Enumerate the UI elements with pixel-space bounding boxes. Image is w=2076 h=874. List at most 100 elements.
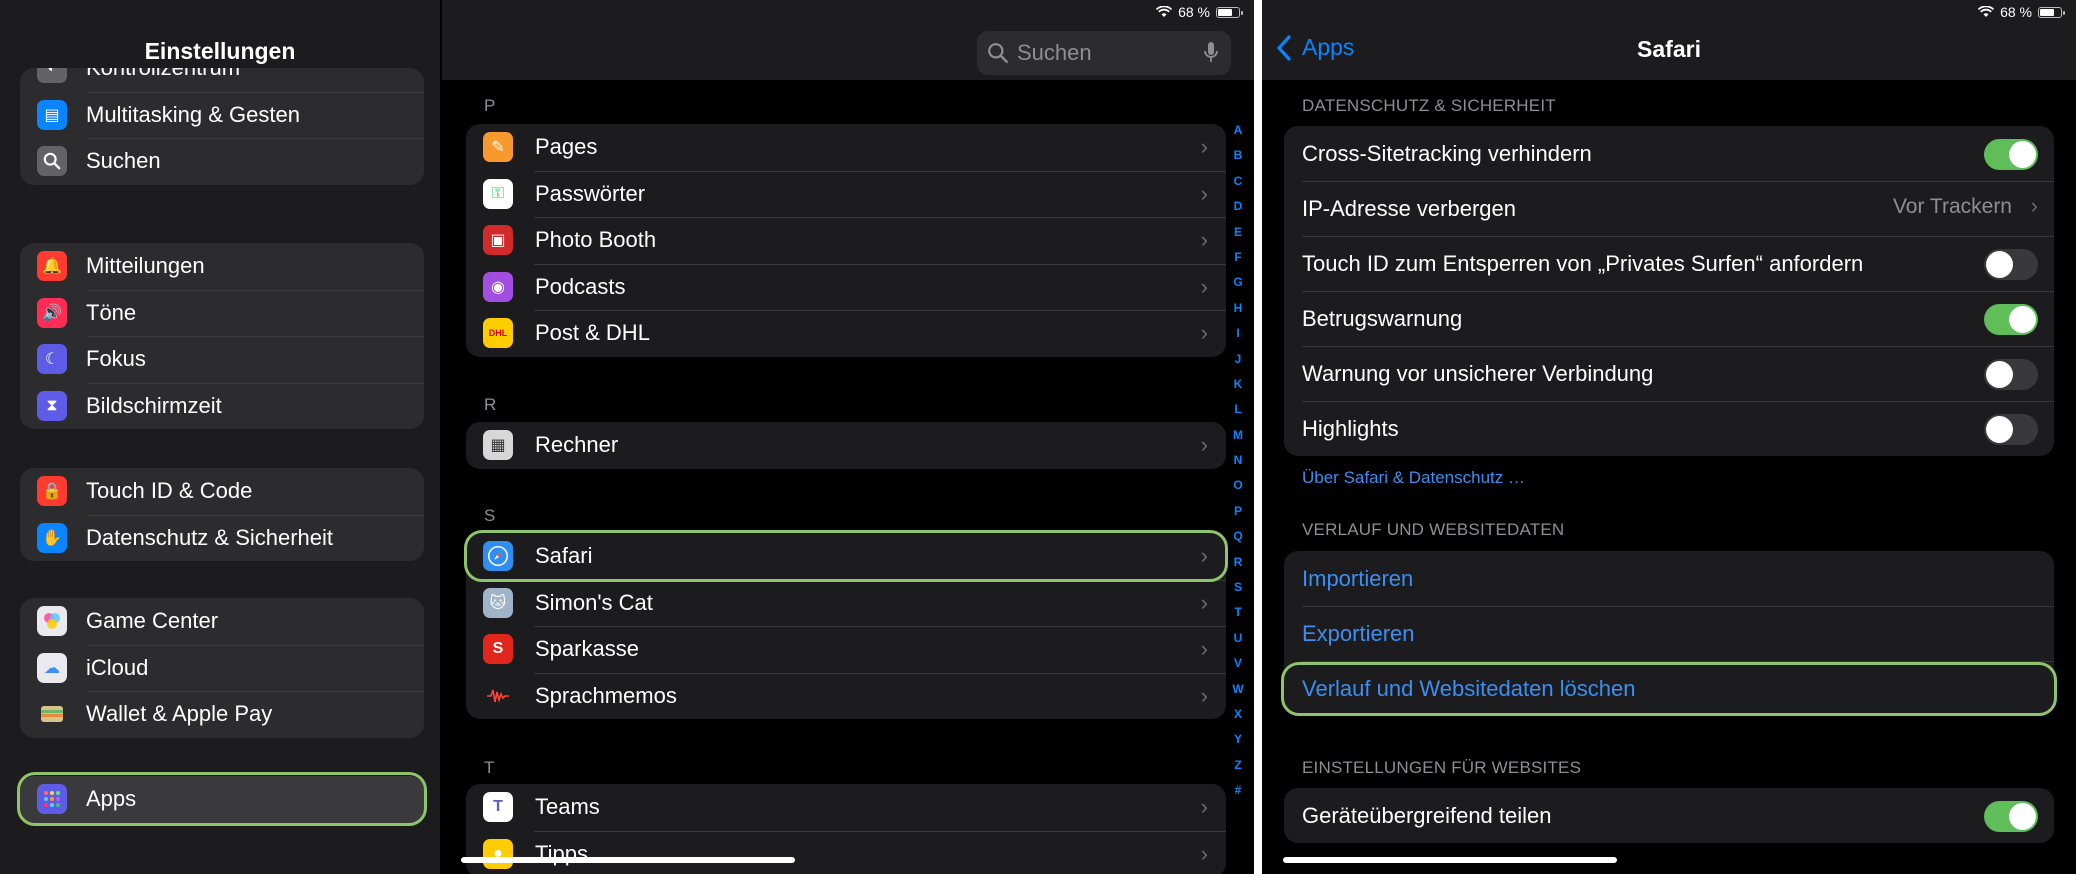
sidebar-item-icloud[interactable]: ☁ iCloud: [20, 644, 424, 692]
podcasts-icon: ◉: [483, 271, 513, 302]
index-letter[interactable]: I: [1227, 326, 1249, 351]
index-letter[interactable]: B: [1227, 148, 1249, 173]
section-letter-r: R: [484, 395, 497, 414]
sidebar-item-suchen[interactable]: Suchen: [20, 138, 424, 185]
index-letter[interactable]: Y: [1227, 732, 1249, 757]
sidebar-item-wallet[interactable]: Wallet & Apple Pay: [20, 691, 424, 738]
export-button[interactable]: Exportieren: [1284, 606, 2054, 661]
battery-percentage: 68 %: [1178, 4, 1210, 20]
row-highlights[interactable]: Highlights: [1284, 401, 2054, 456]
app-row-teams[interactable]: T Teams ›: [466, 784, 1226, 831]
index-letter[interactable]: P: [1227, 504, 1249, 529]
index-letter[interactable]: A: [1227, 123, 1249, 148]
app-group-s: Safari › 🐱 Simon's Cat › S Sparkasse › S…: [466, 533, 1226, 719]
index-letter[interactable]: U: [1227, 631, 1249, 656]
index-letter[interactable]: L: [1227, 402, 1249, 427]
import-button[interactable]: Importieren: [1284, 551, 2054, 606]
index-letter[interactable]: D: [1227, 199, 1249, 224]
sidebar-item-touch-id[interactable]: 🔒 Touch ID & Code: [20, 468, 424, 515]
index-letter[interactable]: G: [1227, 275, 1249, 300]
app-row-passwoerter[interactable]: ⚿ Passwörter ›: [466, 170, 1226, 218]
app-group-r: ▦ Rechner ›: [466, 422, 1226, 469]
app-row-safari[interactable]: Safari ›: [466, 533, 1226, 580]
search-placeholder: Suchen: [1017, 40, 1092, 65]
index-letter[interactable]: E: [1227, 225, 1249, 250]
tips-icon: ●: [483, 838, 513, 869]
sidebar-item-datenschutz[interactable]: ✋ Datenschutz & Sicherheit: [20, 514, 424, 562]
highlights-toggle[interactable]: [1984, 414, 2038, 445]
clear-history-button[interactable]: Verlauf und Websitedaten löschen: [1284, 661, 2054, 716]
app-row-post-dhl[interactable]: DHL Post & DHL ›: [466, 310, 1226, 357]
home-indicator[interactable]: [1283, 857, 1617, 863]
row-cross-site-tracking[interactable]: Cross-Sitetracking verhindern: [1284, 126, 2054, 181]
index-letter[interactable]: O: [1227, 478, 1249, 503]
settings-sidebar: Einstellungen ◐ Kontrollzentrum ▤ Multit…: [0, 0, 440, 874]
chevron-right-icon: ›: [1200, 227, 1208, 252]
sidebar-item-fokus[interactable]: ☾ Fokus: [20, 336, 424, 383]
index-letter[interactable]: R: [1227, 555, 1249, 580]
sidebar-item-bildschirmzeit[interactable]: ⧗ Bildschirmzeit: [20, 382, 424, 430]
sidebar-item-game-center[interactable]: Game Center: [20, 598, 424, 645]
index-letter[interactable]: K: [1227, 377, 1249, 402]
index-letter[interactable]: H: [1227, 301, 1249, 326]
app-row-pages[interactable]: ✎ Pages ›: [466, 124, 1226, 171]
share-across-devices-toggle[interactable]: [1984, 801, 2038, 832]
search-icon: [37, 146, 67, 177]
app-row-sprachmemos[interactable]: Sprachmemos ›: [466, 672, 1226, 720]
index-letter[interactable]: S: [1227, 580, 1249, 605]
index-letter[interactable]: N: [1227, 453, 1249, 478]
fraud-warning-toggle[interactable]: [1984, 304, 2038, 335]
cross-site-tracking-toggle[interactable]: [1984, 139, 2038, 170]
sidebar-item-apps[interactable]: Apps: [20, 776, 424, 823]
sidebar-item-toene[interactable]: 🔊 Töne: [20, 289, 424, 337]
passwords-key-icon: ⚿: [483, 178, 513, 209]
about-safari-privacy-link[interactable]: Über Safari & Datenschutz …: [1302, 468, 1525, 488]
section-letter-p: P: [484, 96, 496, 115]
row-touch-id-private[interactable]: Touch ID zum Entsperren von „Privates Su…: [1284, 236, 2054, 291]
sidebar-group-security: 🔒 Touch ID & Code ✋ Datenschutz & Sicher…: [20, 468, 424, 561]
index-letter[interactable]: Z: [1227, 758, 1249, 783]
app-row-photo-booth[interactable]: ▣ Photo Booth ›: [466, 217, 1226, 264]
safari-compass-icon: [483, 541, 513, 572]
sidebar-group-system: ◐ Kontrollzentrum ▤ Multitasking & Geste…: [20, 68, 424, 185]
focus-moon-icon: ☾: [37, 344, 67, 375]
home-indicator[interactable]: [461, 857, 795, 863]
index-letter[interactable]: M: [1227, 428, 1249, 453]
search-field[interactable]: Suchen: [977, 31, 1231, 75]
insecure-connection-toggle[interactable]: [1984, 359, 2038, 390]
sidebar-group-apps: Apps: [20, 776, 424, 823]
app-row-simons-cat[interactable]: 🐱 Simon's Cat ›: [466, 579, 1226, 627]
sidebar-item-mitteilungen[interactable]: 🔔 Mitteilungen: [20, 243, 424, 290]
index-letter[interactable]: F: [1227, 250, 1249, 275]
sidebar-item-kontrollzentrum[interactable]: ◐ Kontrollzentrum: [20, 68, 424, 92]
index-letter[interactable]: T: [1227, 605, 1249, 630]
index-letter[interactable]: C: [1227, 174, 1249, 199]
alphabet-index[interactable]: A B C D E F G H I J K L M N O P Q R S T U V W X Y Z #: [1227, 123, 1249, 809]
wifi-icon: [1156, 6, 1173, 17]
row-insecure-connection[interactable]: Warnung vor unsicherer Verbindung: [1284, 346, 2054, 401]
index-letter[interactable]: W: [1227, 682, 1249, 707]
sidebar-item-multitasking[interactable]: ▤ Multitasking & Gesten: [20, 91, 424, 139]
app-row-tipps[interactable]: ● Tipps ›: [466, 830, 1226, 874]
website-settings-group: Geräteübergreifend teilen: [1284, 788, 2054, 843]
index-letter[interactable]: J: [1227, 352, 1249, 377]
index-letter[interactable]: V: [1227, 656, 1249, 681]
index-letter[interactable]: #: [1227, 783, 1249, 808]
touch-id-private-toggle[interactable]: [1984, 249, 2038, 280]
app-row-rechner[interactable]: ▦ Rechner ›: [466, 422, 1226, 469]
privacy-group: Cross-Sitetracking verhindern IP-Adresse…: [1284, 126, 2054, 456]
microphone-icon[interactable]: [1203, 41, 1219, 65]
apps-grid-icon: [37, 784, 67, 815]
multitasking-icon: ▤: [37, 99, 67, 130]
app-row-sparkasse[interactable]: S Sparkasse ›: [466, 626, 1226, 673]
battery-icon: [2038, 6, 2065, 18]
row-share-across-devices[interactable]: Geräteübergreifend teilen: [1284, 788, 2054, 843]
app-row-podcasts[interactable]: ◉ Podcasts ›: [466, 263, 1226, 311]
row-fraud-warning[interactable]: Betrugswarnung: [1284, 291, 2054, 346]
chevron-right-icon: ›: [1200, 682, 1208, 708]
row-hide-ip[interactable]: IP-Adresse verbergen Vor Trackern ›: [1284, 181, 2054, 236]
index-letter[interactable]: X: [1227, 707, 1249, 732]
index-letter[interactable]: Q: [1227, 529, 1249, 554]
chevron-right-icon: ›: [1200, 840, 1208, 866]
photo-booth-icon: ▣: [483, 225, 513, 256]
